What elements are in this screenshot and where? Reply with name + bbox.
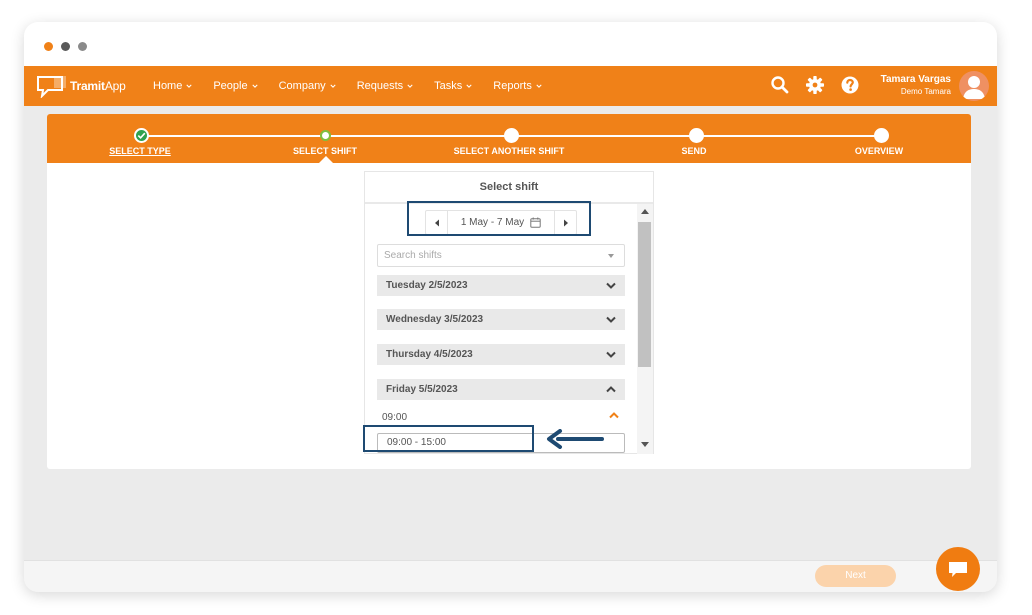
scroll-up-icon[interactable] <box>641 209 649 214</box>
step-select-another-shift-dot[interactable] <box>504 128 519 143</box>
chevron-down-icon <box>466 84 472 88</box>
search-shifts <box>377 244 625 267</box>
scroll-down-icon[interactable] <box>641 442 649 447</box>
highlight-shift-option <box>363 425 534 452</box>
nav-people-label: People <box>213 80 248 92</box>
user-name: Tamara Vargas <box>880 74 951 85</box>
day-label: Wednesday 3/5/2023 <box>386 314 484 325</box>
nav-people[interactable]: People <box>213 80 258 92</box>
top-nav: TramitApp Home People Company Requests T… <box>24 66 997 106</box>
window-dot-gray[interactable] <box>61 42 70 51</box>
search-input[interactable] <box>378 245 598 266</box>
search-icon[interactable] <box>770 75 790 95</box>
logo-text: TramitApp <box>70 79 126 93</box>
shift-time-group: 09:00 <box>382 412 408 423</box>
nav-company-label: Company <box>278 80 326 92</box>
browser-window: TramitApp Home People Company Requests T… <box>24 22 997 592</box>
step-select-shift-dot[interactable] <box>320 130 331 141</box>
nav-icons <box>770 75 860 95</box>
day-row-wednesday[interactable]: Wednesday 3/5/2023 <box>377 309 625 330</box>
scrollbar[interactable] <box>637 204 653 454</box>
chevron-down-icon <box>407 84 413 88</box>
chevron-down-icon <box>606 316 616 323</box>
nav-reports-label: Reports <box>493 80 532 92</box>
nav-tasks-label: Tasks <box>434 80 463 92</box>
logo-app: App <box>104 79 126 93</box>
day-label: Tuesday 2/5/2023 <box>386 280 468 291</box>
highlight-week-range <box>407 201 591 236</box>
logo[interactable]: TramitApp <box>36 74 126 98</box>
nav-requests[interactable]: Requests <box>357 80 413 92</box>
window-dot-gray-light[interactable] <box>78 42 87 51</box>
user-info[interactable]: Tamara Vargas Demo Tamara <box>881 74 951 96</box>
chevron-down-icon <box>330 84 336 88</box>
arrow-left-icon <box>547 429 604 449</box>
nav-requests-label: Requests <box>356 80 404 92</box>
day-row-tuesday[interactable]: Tuesday 2/5/2023 <box>377 275 625 296</box>
dropdown-caret-icon[interactable] <box>608 254 614 258</box>
step-overview-label[interactable]: OVERVIEW <box>855 146 903 156</box>
nav-company[interactable]: Company <box>279 80 336 92</box>
nav-home-label: Home <box>153 80 183 92</box>
nav-reports[interactable]: Reports <box>493 80 542 92</box>
day-row-thursday[interactable]: Thursday 4/5/2023 <box>377 344 625 365</box>
check-icon <box>137 132 146 139</box>
step-select-type-label[interactable]: SELECT TYPE <box>109 146 171 156</box>
wizard-card: SELECT TYPE SELECT SHIFT SELECT ANOTHER … <box>47 114 971 469</box>
user-org: Demo Tamara <box>900 87 951 96</box>
window-dot-orange[interactable] <box>44 42 53 51</box>
chevron-up-icon <box>606 386 616 393</box>
chevron-down-icon <box>606 351 616 358</box>
chevron-up-icon[interactable] <box>609 412 619 419</box>
chevron-down-icon <box>606 282 616 289</box>
user-avatar-icon <box>963 76 985 99</box>
stepper: SELECT TYPE SELECT SHIFT SELECT ANOTHER … <box>47 114 971 163</box>
gear-icon[interactable] <box>805 75 825 95</box>
chevron-down-icon <box>536 84 542 88</box>
logo-chat-bubble-icon <box>37 76 66 98</box>
scrollbar-thumb[interactable] <box>638 222 651 367</box>
step-select-shift-label[interactable]: SELECT SHIFT <box>293 146 357 156</box>
step-overview-dot[interactable] <box>874 128 889 143</box>
chat-button[interactable] <box>936 547 980 591</box>
window-controls <box>44 42 87 51</box>
next-button[interactable]: Next <box>815 565 896 587</box>
help-icon[interactable] <box>840 75 860 95</box>
nav-menu: Home People Company Requests Tasks Repor… <box>153 66 563 106</box>
shift-scroll-area[interactable]: 1 May - 7 May Search shifts Tuesday 2/5/… <box>365 204 637 454</box>
step-send-label[interactable]: SEND <box>681 146 706 156</box>
chevron-down-icon <box>251 84 258 88</box>
day-label: Thursday 4/5/2023 <box>386 349 473 360</box>
chevron-down-icon <box>186 84 192 88</box>
day-row-friday[interactable]: Friday 5/5/2023 <box>377 379 625 400</box>
panel-title: Select shift <box>365 172 653 204</box>
app-root: TramitApp Home People Company Requests T… <box>24 66 997 592</box>
chat-bubble-icon <box>949 562 967 577</box>
day-label: Friday 5/5/2023 <box>386 384 458 395</box>
nav-tasks[interactable]: Tasks <box>434 80 472 92</box>
step-select-another-shift-label[interactable]: SELECT ANOTHER SHIFT <box>454 146 565 156</box>
footer-bar: Next <box>24 560 997 592</box>
step-send-dot[interactable] <box>689 128 704 143</box>
avatar[interactable] <box>959 71 989 101</box>
logo-brand: Tramit <box>70 79 105 93</box>
active-step-caret <box>319 156 333 163</box>
nav-home[interactable]: Home <box>153 80 192 92</box>
